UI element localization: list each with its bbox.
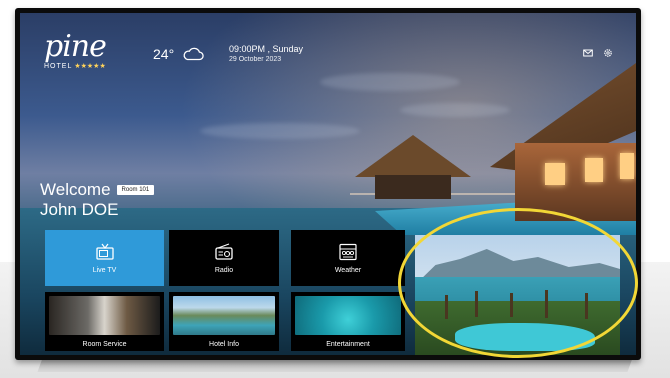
cloud [200,123,360,139]
tile-label: Entertainment [326,341,370,348]
tile-weather[interactable]: Weather [291,230,405,286]
tile-label: Room Service [82,341,127,348]
temperature: 24° [153,46,175,62]
tile-live-tv[interactable]: Live TV [45,230,164,286]
resort-window [585,158,603,182]
tile-label: Radio [214,266,234,274]
cloud [320,73,460,91]
overwater-hut [355,135,471,205]
cloud-icon [183,47,204,61]
tv-icon [95,243,114,260]
tile-room-service[interactable]: Room Service [45,292,164,351]
radio-icon [215,242,233,260]
welcome-text: Welcome [40,180,111,199]
guest-name: John DOE [40,200,119,219]
mail-icon[interactable] [583,48,593,58]
settings-icon[interactable] [603,48,613,58]
cloud [400,103,510,117]
logo-script: pine [44,29,107,64]
logo-subtitle: HOTEL ★★★★★ [44,62,106,70]
tile-entertainment[interactable]: Entertainment [291,292,405,351]
tile-label: Weather [334,266,362,274]
resort-window [620,153,634,179]
welcome-line: Welcome Room 101 [40,180,155,200]
tile-radio[interactable]: Radio [169,230,279,286]
tile-label: Live TV [92,266,117,274]
room-service-image [49,296,160,335]
current-date: 29 October 2023 [229,56,282,63]
current-time: 09:00PM , Sunday [229,44,304,54]
hotel-info-image [173,296,275,335]
entertainment-image [295,296,401,335]
weather-widget: 24° [153,46,204,62]
tile-label: Hotel Info [209,341,239,348]
resort-window [545,163,565,185]
weather-icon [339,243,357,260]
welcome-block: Welcome Room 101 John DOE [40,180,155,220]
hut-body [375,175,451,199]
tile-hotel-info[interactable]: Hotel Info [169,292,279,351]
highlight-ring [398,208,638,358]
datetime: 09:00PM , Sunday 29 October 2023 [229,44,303,65]
room-badge: Room 101 [116,185,155,195]
hotel-logo: pine HOTEL ★★★★★ [44,29,107,71]
tv-reflection [37,358,633,372]
hut-roof [355,135,471,177]
logo-stars: ★★★★★ [74,63,106,70]
logo-hotel-text: HOTEL [44,63,73,70]
top-icons [583,48,613,58]
